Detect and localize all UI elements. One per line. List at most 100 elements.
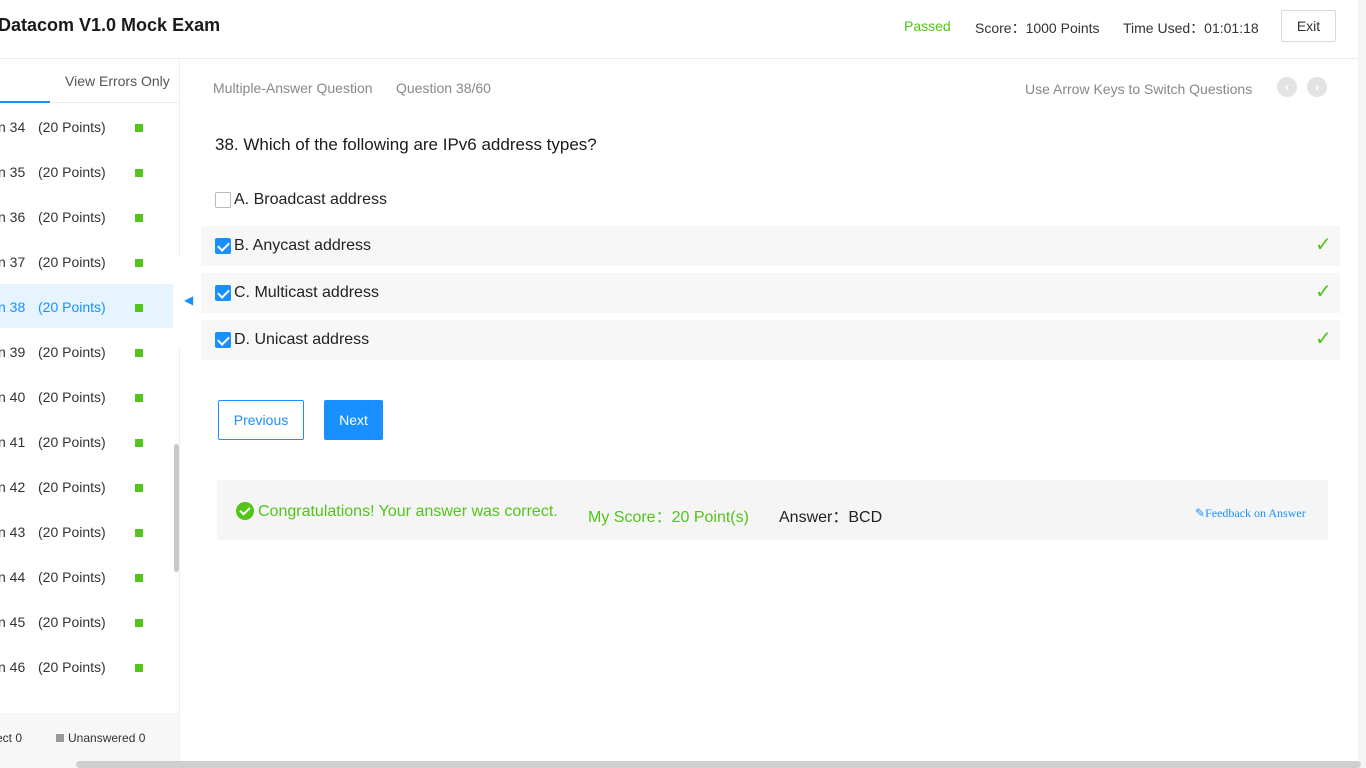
option-b[interactable]: B. Anycast address ✓ xyxy=(201,226,1340,266)
option-d-label: D. Unicast address xyxy=(234,331,370,348)
correct-indicator xyxy=(135,664,143,672)
question-number: n 41 xyxy=(0,434,26,450)
question-points: (20 Points) xyxy=(38,479,106,495)
exit-button[interactable]: Exit xyxy=(1281,10,1336,42)
question-number: n 42 xyxy=(0,479,26,495)
time-used: Time Used：01:01:18 xyxy=(1123,20,1259,36)
sidebar-summary: ect 0 Unanswered 0 xyxy=(0,713,179,768)
question-number: n 44 xyxy=(0,569,26,585)
sidebar-item-question-42[interactable]: n 42 (20 Points) xyxy=(0,464,173,508)
exam-status: Passed xyxy=(904,18,951,34)
question-points: (20 Points) xyxy=(38,209,106,225)
unanswered-legend-icon xyxy=(56,734,64,742)
question-number: n 45 xyxy=(0,614,26,630)
sidebar-item-question-43[interactable]: n 43 (20 Points) xyxy=(0,509,173,553)
option-a[interactable]: A. Broadcast address xyxy=(201,180,1340,220)
question-points: (20 Points) xyxy=(38,389,106,405)
correct-indicator xyxy=(135,439,143,447)
prev-question-icon[interactable]: ‹ xyxy=(1277,77,1297,97)
next-question-icon[interactable]: › xyxy=(1307,77,1327,97)
question-points: (20 Points) xyxy=(38,344,106,360)
correct-indicator xyxy=(135,574,143,582)
question-counter: Question 38/60 xyxy=(396,80,491,96)
question-points: (20 Points) xyxy=(38,524,106,540)
question-points: (20 Points) xyxy=(38,119,106,135)
option-c-checkbox[interactable] xyxy=(215,285,231,301)
window-edge xyxy=(1358,0,1366,768)
question-points: (20 Points) xyxy=(38,659,106,675)
correct-check-icon: ✓ xyxy=(1315,328,1332,350)
option-c-label: C. Multicast address xyxy=(234,284,379,301)
result-message: Congratulations! Your answer was correct… xyxy=(258,503,558,520)
correct-indicator xyxy=(135,124,143,132)
question-number: n 39 xyxy=(0,344,26,360)
feedback-link[interactable]: ✎Feedback on Answer xyxy=(1195,506,1306,521)
option-b-label: B. Anycast address xyxy=(234,237,371,254)
question-text: 38. Which of the following are IPv6 addr… xyxy=(215,135,597,154)
sidebar-item-question-45[interactable]: n 45 (20 Points) xyxy=(0,599,173,643)
option-c[interactable]: C. Multicast address ✓ xyxy=(201,273,1340,313)
sidebar-item-question-34[interactable]: n 34 (20 Points) xyxy=(0,104,173,148)
option-d-checkbox[interactable] xyxy=(215,332,231,348)
unanswered-count: Unanswered 0 xyxy=(56,731,145,745)
sidebar-scrollbar[interactable] xyxy=(174,444,179,572)
question-points: (20 Points) xyxy=(38,299,106,315)
sidebar-item-question-35[interactable]: n 35 (20 Points) xyxy=(0,149,173,193)
total-score: Score：1000 Points xyxy=(975,20,1100,36)
question-number: n 37 xyxy=(0,254,26,270)
correct-count: ect 0 xyxy=(0,731,23,745)
question-sidebar: View Errors Only n 34 (20 Points) n 35 (… xyxy=(0,59,180,768)
question-number: n 34 xyxy=(0,119,26,135)
question-type: Multiple-Answer Question xyxy=(213,80,373,96)
success-check-icon xyxy=(236,502,254,520)
correct-indicator xyxy=(135,484,143,492)
result-panel: Congratulations! Your answer was correct… xyxy=(217,480,1328,540)
question-number: n 35 xyxy=(0,164,26,180)
correct-answer: Answer：BCD xyxy=(779,509,883,526)
next-button[interactable]: Next xyxy=(324,400,383,440)
exam-title: Datacom V1.0 Mock Exam xyxy=(0,15,221,35)
correct-indicator xyxy=(135,169,143,177)
keyboard-hint: Use Arrow Keys to Switch Questions xyxy=(1025,81,1253,97)
tab-all-questions[interactable] xyxy=(0,59,50,103)
sidebar-item-question-44[interactable]: n 44 (20 Points) xyxy=(0,554,173,598)
feedback-label: Feedback on Answer xyxy=(1205,506,1306,520)
correct-check-icon: ✓ xyxy=(1315,234,1332,256)
sidebar-item-question-41[interactable]: n 41 (20 Points) xyxy=(0,419,173,463)
top-header: Datacom V1.0 Mock Exam Passed Score：1000… xyxy=(0,0,1366,59)
correct-indicator xyxy=(135,619,143,627)
sidebar-item-question-38[interactable]: n 38 (20 Points) xyxy=(0,284,173,328)
correct-indicator xyxy=(135,529,143,537)
question-number: n 38 xyxy=(0,299,26,315)
unanswered-label: Unanswered 0 xyxy=(68,731,146,745)
option-d[interactable]: D. Unicast address ✓ xyxy=(201,320,1340,360)
my-score: My Score：20 Point(s) xyxy=(588,509,749,526)
question-points: (20 Points) xyxy=(38,614,106,630)
question-number: n 36 xyxy=(0,209,26,225)
sidebar-tabs: View Errors Only xyxy=(0,59,179,103)
sidebar-item-question-36[interactable]: n 36 (20 Points) xyxy=(0,194,173,238)
correct-indicator xyxy=(135,304,143,312)
correct-indicator xyxy=(135,214,143,222)
question-number: n 43 xyxy=(0,524,26,540)
question-points: (20 Points) xyxy=(38,254,106,270)
sidebar-item-question-40[interactable]: n 40 (20 Points) xyxy=(0,374,173,418)
question-number: n 46 xyxy=(0,659,26,675)
option-a-label: A. Broadcast address xyxy=(234,191,387,208)
sidebar-item-question-39[interactable]: n 39 (20 Points) xyxy=(0,329,173,373)
option-a-checkbox[interactable] xyxy=(215,192,231,208)
sidebar-item-question-46[interactable]: n 46 (20 Points) xyxy=(0,644,173,688)
question-panel: Multiple-Answer Question Question 38/60 … xyxy=(181,59,1358,768)
question-points: (20 Points) xyxy=(38,434,106,450)
correct-indicator xyxy=(135,349,143,357)
question-points: (20 Points) xyxy=(38,569,106,585)
correct-check-icon: ✓ xyxy=(1315,281,1332,303)
correct-indicator xyxy=(135,394,143,402)
question-points: (20 Points) xyxy=(38,164,106,180)
horizontal-scrollbar[interactable] xyxy=(76,761,1361,768)
option-b-checkbox[interactable] xyxy=(215,238,231,254)
previous-button[interactable]: Previous xyxy=(218,400,304,440)
sidebar-item-question-37[interactable]: n 37 (20 Points) xyxy=(0,239,173,283)
edit-icon: ✎ xyxy=(1195,506,1206,520)
tab-view-errors-only[interactable]: View Errors Only xyxy=(65,73,170,89)
